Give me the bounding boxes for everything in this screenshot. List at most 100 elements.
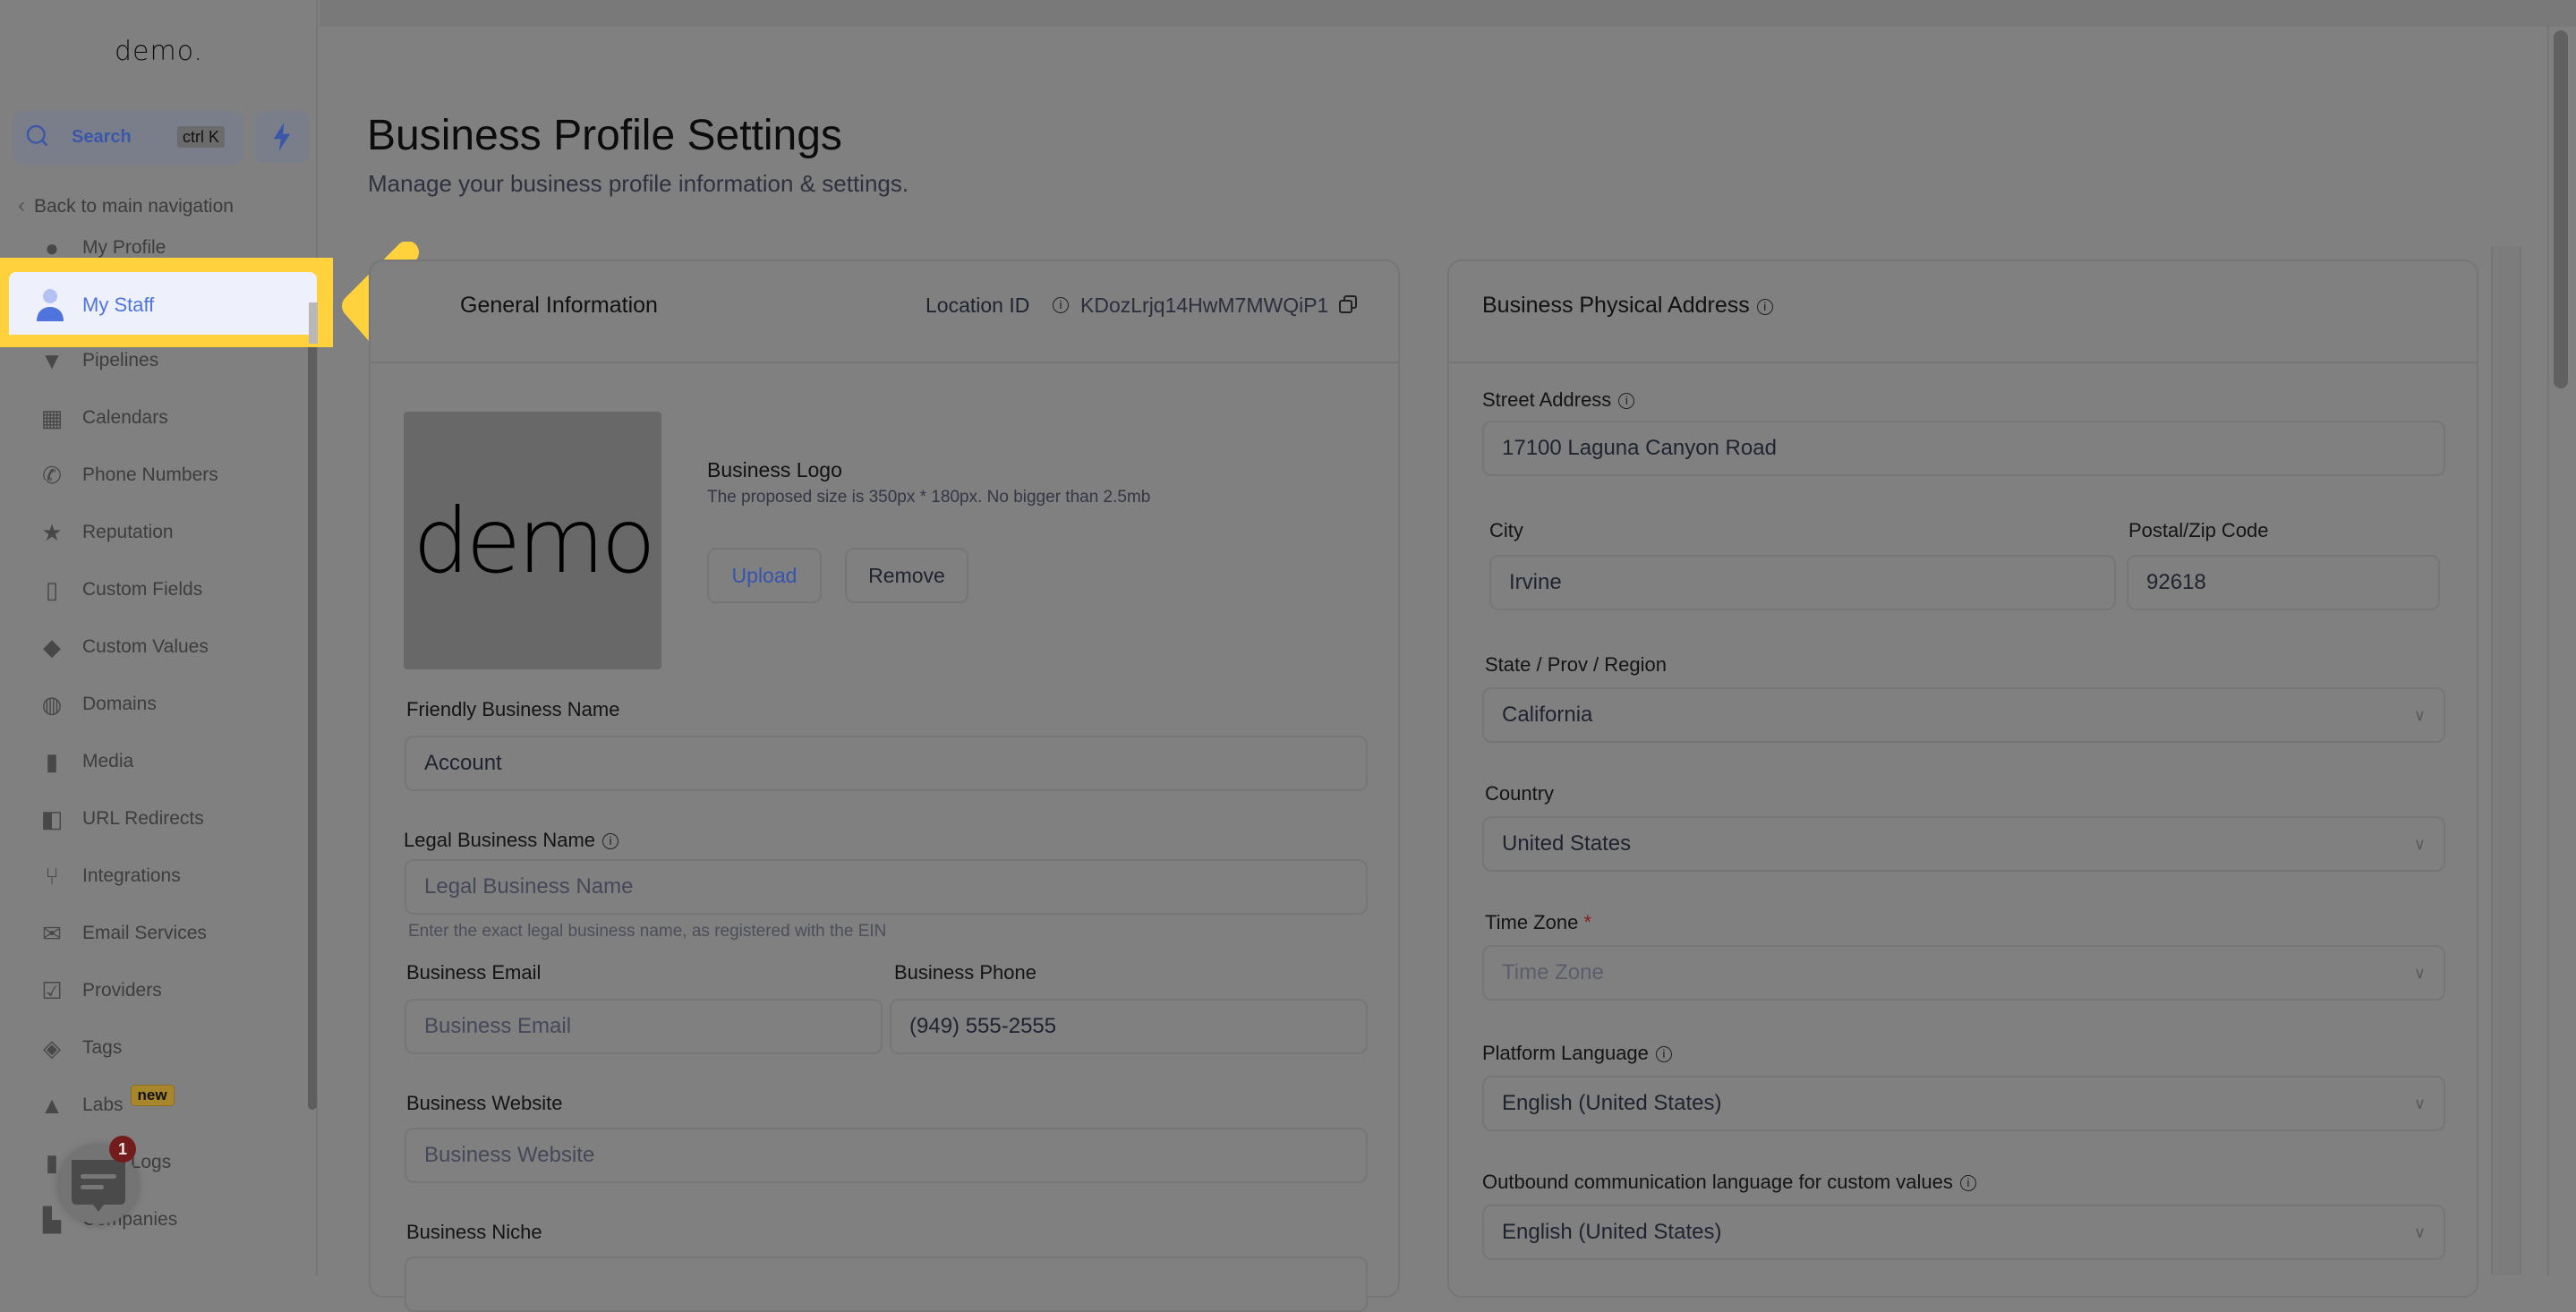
chevron-down-icon: ∨ bbox=[2413, 963, 2426, 982]
country-label: Country bbox=[1485, 782, 1555, 805]
friendly-name-input[interactable]: Account bbox=[405, 736, 1368, 791]
sidebar-item-custom-values[interactable]: ◆ Custom Values bbox=[38, 629, 209, 665]
back-to-main-navigation[interactable]: ‹ Back to main navigation bbox=[18, 193, 234, 218]
phone-icon: ✆ bbox=[42, 461, 62, 489]
sidebar-item-label: Pipelines bbox=[82, 350, 159, 371]
upload-button[interactable]: Upload bbox=[707, 548, 822, 603]
platform-language-select[interactable]: English (United States) ∨ bbox=[1482, 1076, 2445, 1131]
sidebar: demo. Search ctrl K ‹ Back to main naviga… bbox=[0, 0, 318, 1275]
sidebar-item-domains[interactable]: ◍ Domains bbox=[38, 686, 157, 722]
new-badge: new bbox=[130, 1085, 175, 1106]
street-address-value: 17100 Laguna Canyon Road bbox=[1502, 436, 1777, 460]
sidebar-item-pipelines[interactable]: ▼ Pipelines bbox=[38, 343, 158, 379]
business-logo-hint: The proposed size is 350px * 180px. No b… bbox=[707, 488, 1151, 507]
business-email-placeholder: Business Email bbox=[424, 1014, 572, 1038]
sidebar-item-label: Media bbox=[82, 751, 134, 771]
sidebar-item-label: Email Services bbox=[82, 923, 207, 943]
street-address-label: Street Address i bbox=[1482, 388, 1635, 412]
sidebar-item-providers[interactable]: ☑ Providers bbox=[38, 973, 161, 1009]
sidebar-item-integrations[interactable]: ⑂ Integrations bbox=[38, 858, 181, 894]
side-panel-strip bbox=[2491, 246, 2521, 1275]
outbound-language-select[interactable]: English (United States) ∨ bbox=[1482, 1205, 2445, 1260]
zip-label: Postal/Zip Code bbox=[2128, 519, 2269, 541]
country-select[interactable]: United States ∨ bbox=[1482, 816, 2445, 872]
divider bbox=[2547, 25, 2549, 1275]
friendly-name-label: Friendly Business Name bbox=[406, 698, 620, 720]
top-bar bbox=[320, 0, 2576, 27]
timezone-select[interactable]: Time Zone ∨ bbox=[1482, 945, 2445, 1001]
page-scrollbar[interactable] bbox=[2554, 30, 2568, 388]
business-logo-label: Business Logo bbox=[707, 458, 842, 481]
business-website-label: Business Website bbox=[406, 1092, 563, 1114]
logo: demo. bbox=[115, 36, 204, 67]
quick-actions-button[interactable] bbox=[255, 111, 309, 163]
sidebar-item-tags[interactable]: ◈ Tags bbox=[38, 1030, 122, 1066]
copy-icon[interactable] bbox=[1337, 294, 1359, 315]
business-phone-value: (949) 555-2555 bbox=[909, 1014, 1057, 1038]
sidebar-scrollbar-thumb[interactable] bbox=[309, 302, 318, 344]
sidebar-scrollbar[interactable] bbox=[308, 304, 317, 1110]
business-niche-select[interactable] bbox=[405, 1257, 1368, 1312]
legal-name-input[interactable]: Legal Business Name bbox=[405, 859, 1368, 915]
page-subtitle: Manage your business profile information… bbox=[368, 170, 909, 197]
chevron-left-icon: ‹ bbox=[18, 193, 25, 217]
funnel-icon: ▼ bbox=[40, 346, 64, 374]
sidebar-item-custom-fields[interactable]: ▯ Custom Fields bbox=[38, 572, 202, 608]
sidebar-item-phone-numbers[interactable]: ✆ Phone Numbers bbox=[38, 457, 218, 493]
redirect-icon: ◧ bbox=[40, 805, 64, 832]
gem-icon: ◆ bbox=[43, 633, 61, 660]
sidebar-item-media[interactable]: ▮ Media bbox=[38, 744, 133, 780]
platform-language-value: English (United States) bbox=[1502, 1091, 1722, 1115]
info-icon[interactable]: i bbox=[1655, 1046, 1672, 1062]
state-select[interactable]: California ∨ bbox=[1482, 687, 2445, 743]
business-website-input[interactable]: Business Website bbox=[405, 1128, 1368, 1183]
state-value: California bbox=[1502, 703, 1593, 727]
business-email-label: Business Email bbox=[406, 961, 542, 984]
chevron-down-icon: ∨ bbox=[2413, 1094, 2426, 1112]
physical-address-card: Business Physical Address i Street Addres… bbox=[1447, 260, 2478, 1298]
sidebar-item-label: My Staff bbox=[82, 294, 155, 316]
country-value: United States bbox=[1502, 831, 1632, 856]
business-phone-input[interactable]: (949) 555-2555 bbox=[890, 999, 1368, 1054]
info-icon[interactable]: i bbox=[1756, 299, 1773, 315]
sidebar-item-calendars[interactable]: ▦ Calendars bbox=[38, 400, 168, 436]
city-value: Irvine bbox=[1509, 570, 1562, 594]
info-icon[interactable]: i bbox=[1618, 393, 1635, 409]
info-icon[interactable]: i bbox=[602, 833, 619, 849]
sidebar-item-reputation[interactable]: ★ Reputation bbox=[38, 515, 173, 550]
city-input[interactable]: Irvine bbox=[1489, 555, 2116, 610]
legal-name-label: Legal Business Name i bbox=[404, 829, 619, 852]
sidebar-item-my-staff[interactable]: My Staff bbox=[36, 273, 154, 337]
lightning-icon bbox=[273, 123, 291, 151]
card-header: General Information Location ID i KDozLr… bbox=[371, 261, 1398, 363]
sidebar-item-email-services[interactable]: ✉ Email Services bbox=[38, 916, 207, 951]
sidebar-item-labs[interactable]: ▲ Labs new bbox=[38, 1085, 175, 1123]
state-label: State / Prov / Region bbox=[1485, 653, 1667, 676]
sidebar-item-label: Calendars bbox=[82, 407, 168, 428]
info-icon[interactable]: i bbox=[1053, 297, 1069, 313]
zip-input[interactable]: 92618 bbox=[2127, 555, 2440, 610]
business-logo-image: demo bbox=[404, 412, 661, 669]
timezone-placeholder: Time Zone bbox=[1502, 960, 1604, 984]
remove-button[interactable]: Remove bbox=[845, 548, 968, 603]
chat-icon bbox=[72, 1160, 125, 1212]
street-address-input[interactable]: 17100 Laguna Canyon Road bbox=[1482, 421, 2445, 476]
info-icon[interactable]: i bbox=[1959, 1175, 1976, 1191]
chevron-down-icon: ∨ bbox=[2413, 834, 2426, 853]
sidebar-item-label: Integrations bbox=[82, 865, 181, 886]
card-header: Business Physical Address i bbox=[1449, 261, 2477, 363]
card-title: General Information bbox=[460, 293, 658, 318]
location-id-value: KDozLrjq14HwM7MWQiP1 bbox=[1080, 294, 1329, 317]
sidebar-item-label: Phone Numbers bbox=[82, 464, 218, 485]
chevron-down-icon: ∨ bbox=[2413, 1223, 2426, 1241]
globe-icon: ◍ bbox=[41, 690, 63, 718]
business-niche-label: Business Niche bbox=[406, 1221, 542, 1243]
video-icon: ▮ bbox=[45, 747, 59, 775]
sidebar-item-url-redirects[interactable]: ◧ URL Redirects bbox=[38, 801, 204, 837]
search-label: Search bbox=[72, 127, 132, 147]
business-email-input[interactable]: Business Email bbox=[405, 999, 883, 1054]
sidebar-item-label: Labs bbox=[82, 1095, 124, 1115]
search-button[interactable]: Search ctrl K bbox=[13, 111, 243, 165]
chevron-down-icon: ∨ bbox=[2413, 705, 2426, 724]
clipboard-check-icon: ☑ bbox=[41, 976, 63, 1004]
